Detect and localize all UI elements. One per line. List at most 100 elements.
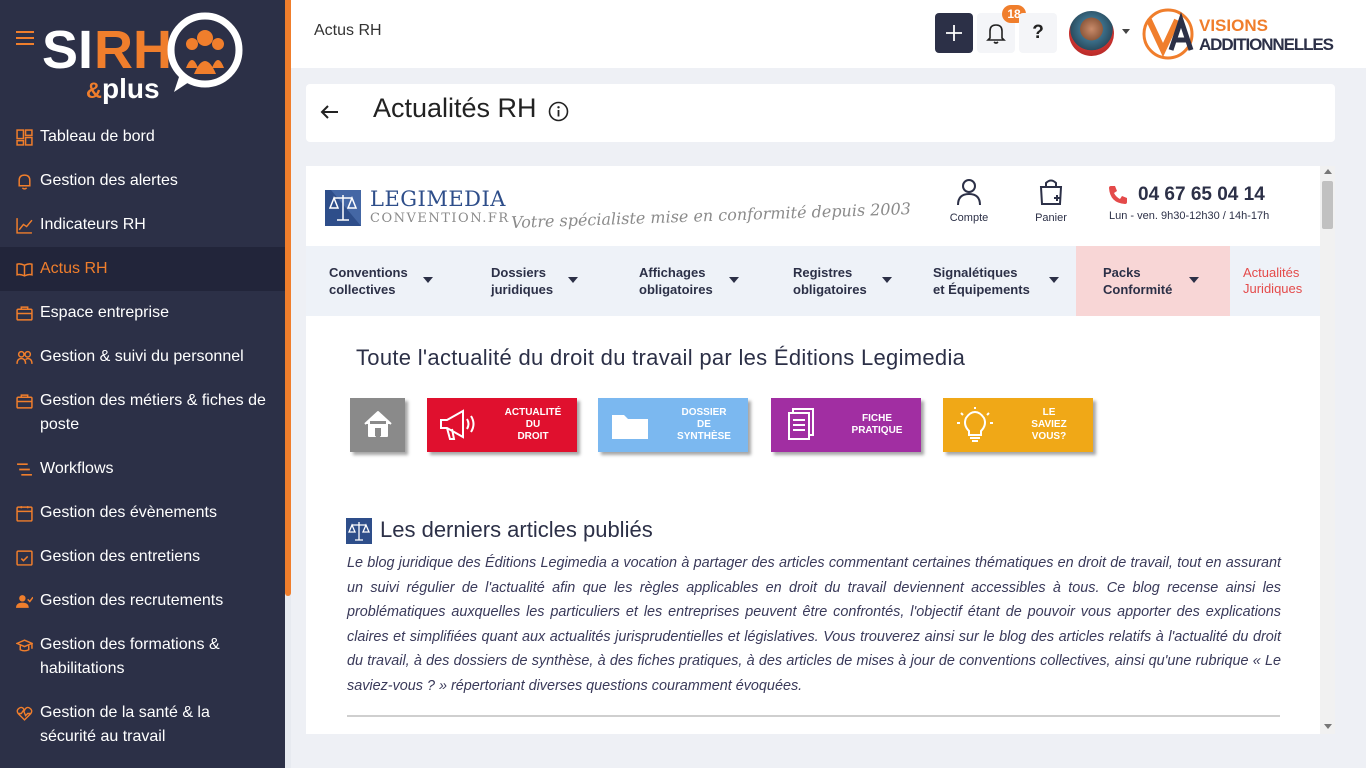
phone-number[interactable]: 04 67 65 04 14	[1138, 184, 1265, 206]
actualite-du-droit-tile[interactable]: ACTUALITÉ DU DROIT	[427, 398, 577, 452]
sidebar: SI RH & plus Tableau de bord Gestion des…	[0, 0, 285, 768]
legimedia-brand: LEGIMEDIA	[370, 187, 506, 211]
sidebar-item-formations[interactable]: Gestion des formations & habilitations	[0, 623, 285, 691]
briefcase-icon	[16, 394, 33, 409]
sidebar-item-personnel[interactable]: Gestion & suivi du personnel	[0, 335, 285, 379]
menu-toggle-icon[interactable]	[16, 31, 34, 45]
users-icon	[16, 350, 33, 364]
legimedia-tagline: Votre spécialiste mise en conformité dep…	[510, 199, 912, 232]
menu-item-affichages[interactable]: Affichages obligatoires	[639, 264, 739, 298]
info-icon[interactable]	[548, 101, 569, 122]
tile-label: DE	[697, 419, 711, 430]
brand-top: VISIONS	[1199, 16, 1268, 35]
legimedia-headline: Toute l'actualité du droit du travail pa…	[356, 345, 966, 370]
page-title: Actualités RH	[373, 93, 537, 123]
menu-item-signaletiques[interactable]: Signalétiques et Équipements	[933, 264, 1059, 298]
chart-line-icon	[16, 218, 33, 234]
tile-label: VOUS?	[1031, 431, 1067, 442]
sidebar-nav: Tableau de bord Gestion des alertes Indi…	[0, 115, 285, 759]
frame-scrollbar-thumb[interactable]	[1322, 181, 1333, 229]
sidebar-item-label: Gestion & suivi du personnel	[40, 348, 244, 365]
sidebar-item-label: Gestion des métiers & fiches de poste	[40, 392, 266, 433]
tile-label: SYNTHÈSE	[677, 431, 731, 442]
avatar[interactable]	[1069, 11, 1114, 56]
add-button[interactable]	[935, 13, 973, 53]
menu-item-registres[interactable]: Registres obligatoires	[793, 264, 892, 298]
book-icon	[16, 263, 33, 277]
opening-hours: Lun - ven. 9h30-12h30 / 14h-17h	[1109, 210, 1270, 222]
tile-label: ACTUALITÉ	[504, 407, 562, 418]
menu-item-line2: obligatoires	[639, 282, 713, 297]
sidebar-item-entretiens[interactable]: Gestion des entretiens	[0, 535, 285, 579]
tile-label: LE	[1042, 407, 1056, 418]
sidebar-scrollbar-thumb[interactable]	[285, 0, 291, 596]
menu-item-line1: Conventions	[329, 265, 408, 280]
chevron-down-icon	[882, 277, 892, 283]
legimedia-embed: LEGIMEDIA CONVENTION.FR Votre spécialist…	[306, 166, 1335, 734]
chevron-down-icon	[1049, 277, 1059, 283]
breadcrumb: Actus RH	[314, 22, 382, 39]
scroll-up-icon[interactable]	[1324, 169, 1332, 174]
sidebar-item-label: Actus RH	[40, 260, 108, 277]
sidebar-item-label: Gestion de la santé & la sécurité au tra…	[40, 704, 210, 745]
menu-item-actualites[interactable]: Actualités Juridiques	[1243, 265, 1302, 297]
menu-item-line1: Actualités	[1243, 265, 1300, 280]
chevron-down-icon	[1189, 277, 1199, 283]
fiche-pratique-tile[interactable]: FICHE PRATIQUE	[771, 398, 921, 452]
calendar-check-icon	[16, 550, 33, 566]
cart-link[interactable]: Panier	[1024, 178, 1078, 224]
help-button[interactable]: ?	[1019, 13, 1057, 53]
bell-icon	[18, 174, 31, 190]
menu-item-line2: juridiques	[491, 282, 554, 297]
phone-icon	[1109, 186, 1127, 204]
sidebar-item-tableau-de-bord[interactable]: Tableau de bord	[0, 115, 285, 159]
folder-icon	[612, 415, 648, 439]
tile-label: DROIT	[517, 431, 549, 442]
svg-text:&: &	[86, 78, 102, 103]
blog-description: Le blog juridique des Éditions Legimedia…	[347, 555, 1281, 694]
chevron-down-icon	[423, 277, 433, 283]
sidebar-item-alertes[interactable]: Gestion des alertes	[0, 159, 285, 203]
sidebar-item-label: Gestion des formations & habilitations	[40, 636, 220, 677]
home-tile[interactable]	[350, 398, 405, 452]
menu-item-line1: Registres	[793, 265, 853, 280]
menu-item-dossiers[interactable]: Dossiers juridiques	[491, 264, 578, 298]
bell-icon	[986, 24, 1006, 44]
chevron-down-icon	[568, 277, 578, 283]
scroll-down-icon[interactable]	[1324, 724, 1332, 729]
menu-item-conventions[interactable]: Conventions collectives	[329, 264, 433, 298]
graduation-cap-icon	[16, 639, 33, 652]
menu-item-line2: obligatoires	[793, 282, 867, 297]
lightbulb-icon	[957, 407, 993, 442]
sirh-plus-logo[interactable]: SI RH & plus	[42, 8, 247, 104]
arrow-left-icon[interactable]	[318, 100, 342, 124]
frame-scrollbar-track[interactable]	[1320, 166, 1335, 734]
legimedia-menu: Conventions collectives Dossiers juridiq…	[306, 246, 1320, 316]
sidebar-item-metiers[interactable]: Gestion des métiers & fiches de poste	[0, 379, 285, 447]
sidebar-item-sante-securite[interactable]: Gestion de la santé & la sécurité au tra…	[0, 691, 285, 759]
sidebar-item-workflows[interactable]: Workflows	[0, 447, 285, 491]
tile-label: DOSSIER	[681, 407, 727, 418]
user-icon	[957, 179, 981, 206]
sidebar-item-espace-entreprise[interactable]: Espace entreprise	[0, 291, 285, 335]
calendar-icon	[16, 506, 33, 522]
sidebar-item-recrutements[interactable]: Gestion des recrutements	[0, 579, 285, 623]
divider	[347, 715, 1280, 717]
account-link[interactable]: Compte	[942, 178, 996, 224]
menu-item-line2: Conformité	[1103, 282, 1173, 297]
sidebar-item-label: Gestion des entretiens	[40, 548, 201, 565]
menu-item-packs[interactable]: Packs Conformité	[1103, 264, 1199, 298]
sidebar-item-label: Indicateurs RH	[40, 216, 146, 233]
sidebar-item-actus-rh[interactable]: Actus RH	[0, 247, 285, 291]
legimedia-brand-sub: CONVENTION.FR	[370, 211, 510, 226]
chevron-down-icon[interactable]	[1122, 29, 1130, 34]
svg-text:RH: RH	[94, 20, 172, 80]
plus-icon	[946, 25, 962, 41]
le-saviez-vous-tile[interactable]: LE SAVIEZ VOUS?	[943, 398, 1093, 452]
sidebar-item-indicateurs[interactable]: Indicateurs RH	[0, 203, 285, 247]
dossier-de-synthese-tile[interactable]: DOSSIER DE SYNTHÈSE	[598, 398, 748, 452]
tile-label: FICHE	[862, 413, 892, 424]
menu-item-line1: Signalétiques	[933, 265, 1018, 280]
sidebar-item-evenements[interactable]: Gestion des évènements	[0, 491, 285, 535]
svg-text:plus: plus	[102, 73, 160, 104]
